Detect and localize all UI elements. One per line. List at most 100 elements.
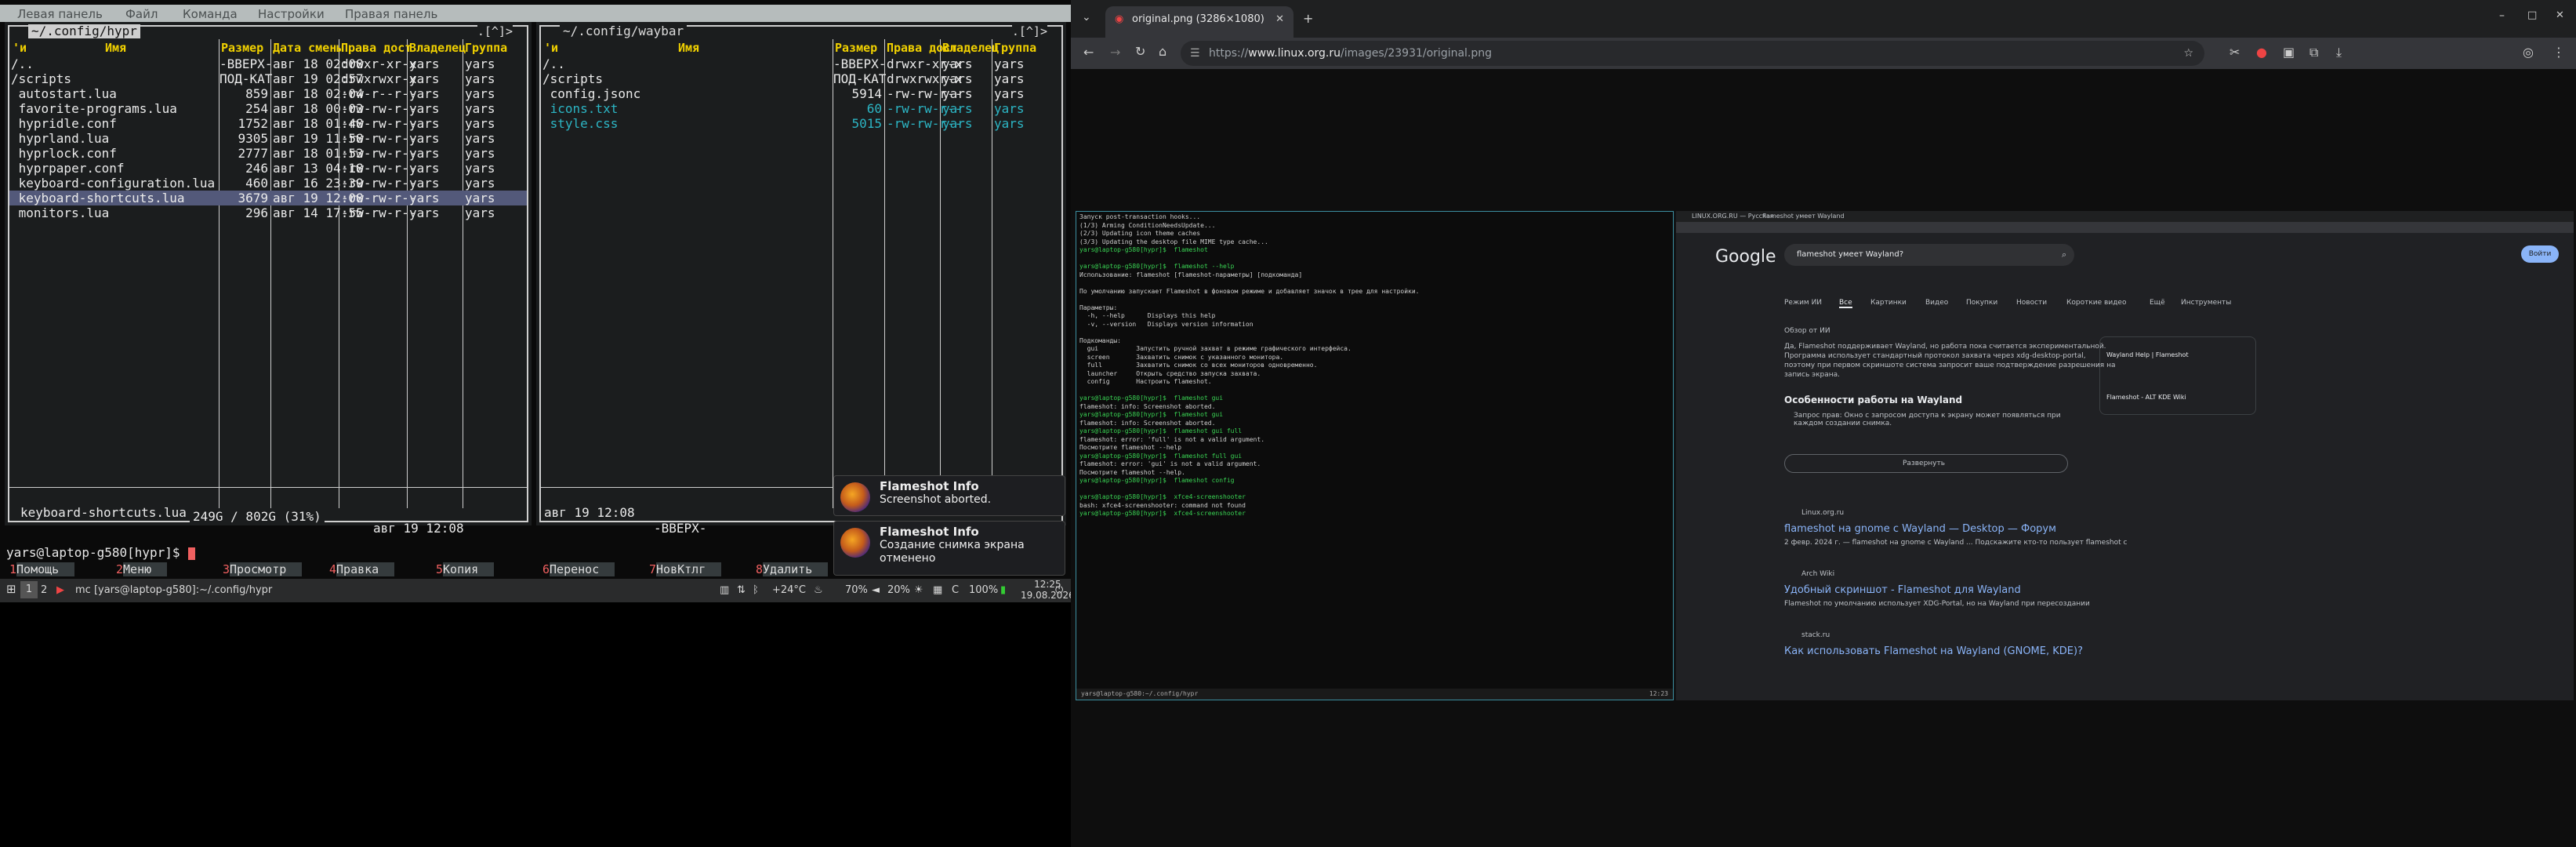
result-title[interactable]: Удобный скриншот - Flameshot для Wayland [1784, 584, 2021, 596]
file-row[interactable]: style.css 5015 -rw-rw-r-- yars yars [541, 116, 1061, 131]
address-bar[interactable]: ☰ https://www.linux.org.ru/images/23931/… [1181, 41, 2204, 66]
file-row[interactable]: autostart.lua 859 авг 18 02:04 -rw-r--r-- ya… [9, 86, 527, 101]
file-row[interactable]: keyboard-configuration.lua 460 авг 16 23:3… [9, 176, 527, 191]
embedded-tab[interactable]: flameshot умеет Wayland [1762, 213, 1845, 220]
file-row[interactable]: hyprland.lua 9305 авг 19 11:58 -rw-rw-r-- ya… [9, 131, 527, 146]
header-perm[interactable]: Права дост [341, 41, 412, 55]
extension-icon[interactable]: ▣ [2283, 45, 2295, 60]
downloads-icon[interactable]: ⤓ [2336, 45, 2342, 60]
result-title[interactable]: flameshot на gnome с Wayland — Desktop —… [1784, 523, 2056, 535]
filter-tab[interactable]: Ещё [2150, 299, 2165, 307]
app-launcher-icon[interactable]: ⊞ [6, 582, 16, 596]
profile-icon[interactable]: ◎ [2523, 45, 2534, 60]
file-row[interactable]: favorite-programs.lua 254 авг 18 00:03 -rw-… [9, 101, 527, 116]
reload-icon[interactable]: ↻ [1135, 44, 1145, 59]
embedded-tab[interactable]: LINUX.ORG.RU — Русская [1692, 213, 1774, 220]
extensions-puzzle-icon[interactable]: ⧉ [2309, 45, 2318, 60]
tab-active[interactable]: ◉ original.png (3286×1080) ✕ [1105, 6, 1293, 38]
fkey-copy[interactable]: 5Копия [436, 562, 495, 577]
header-n[interactable]: 'и [544, 41, 558, 55]
fkey-mkdir[interactable]: 7НовКтлг [649, 562, 722, 577]
file-row[interactable]: /.. -ВВЕРХ-авг 18 02:08 drwxr-xr-x yars yars [9, 56, 527, 71]
embedded-search-box[interactable]: flameshot умеет Wayland? ⌕ [1784, 244, 2074, 266]
file-row[interactable]: /scripts ПОД-КАТ авг 19 02:57 drwxrwxr-x yar… [9, 71, 527, 86]
fkey-delete[interactable]: 8Удалить [756, 562, 829, 577]
file-row[interactable]: hyprlock.conf 2777 авг 18 01:53 -rw-rw-r-- y… [9, 146, 527, 161]
forward-icon[interactable]: → [1110, 45, 1120, 60]
menu-settings[interactable]: Настройки [258, 7, 325, 21]
network-icon[interactable]: ⇅ [737, 584, 746, 596]
file-row[interactable]: hyprpaper.conf 246 авг 13 04:18 -rw-rw-r-- y… [9, 161, 527, 176]
file-row[interactable]: hypridle.conf 1752 авг 18 01:48 -rw-rw-r-- y… [9, 116, 527, 131]
google-logo[interactable]: Google [1715, 247, 1776, 267]
brightness-level[interactable]: 20% [887, 584, 910, 596]
tab-close-icon[interactable]: ✕ [1275, 6, 1284, 33]
panel-buttons[interactable]: .[^]> [1011, 24, 1047, 38]
fkey-edit[interactable]: 4Правка [329, 562, 395, 577]
notification-popup[interactable]: Flameshot Info Screenshot aborted. [833, 475, 1065, 516]
expand-button[interactable]: Развернуть [1784, 454, 2068, 473]
fkey-move[interactable]: 6Перенос [542, 562, 615, 577]
back-icon[interactable]: ← [1083, 45, 1094, 60]
header-size[interactable]: Размер [835, 41, 877, 55]
file-row[interactable]: /.. -ВВЕРХ-drwxr-xr-x yars yars [541, 56, 1061, 71]
minimize-icon[interactable]: – [2499, 9, 2505, 22]
keyboard-layout[interactable]: С [952, 584, 959, 596]
header-group[interactable]: Группа [465, 41, 507, 55]
workspace-2[interactable]: 2 [41, 584, 47, 596]
extension-icon[interactable]: ● [2256, 45, 2267, 60]
file-row[interactable]: config.jsonc 5914 -rw-rw-r-- yars yars [541, 86, 1061, 101]
header-n[interactable]: 'и [13, 41, 27, 55]
menu-left-panel[interactable]: Левая панель [17, 7, 103, 21]
search-icon[interactable]: ⌕ [2062, 249, 2066, 260]
filter-tab[interactable]: Короткие видео [2066, 299, 2126, 307]
home-icon[interactable]: ⌂ [1159, 44, 1166, 59]
signin-button[interactable]: Войти [2521, 245, 2559, 263]
volume-level[interactable]: 70% [845, 584, 868, 596]
left-file-panel[interactable]: ~/.config/hypr .[^]> 'и Имя Размер Дата … [5, 22, 532, 536]
power-icon[interactable]: ⏻ [1055, 584, 1063, 596]
header-mtime[interactable]: Дата смены [273, 41, 343, 55]
embedded-screenshot[interactable]: Запуск post-transaction hooks... (1/3) Ar… [1076, 211, 2574, 700]
filter-tab[interactable]: Все [1839, 299, 1852, 308]
header-group[interactable]: Группа [994, 41, 1036, 55]
tab-search-icon[interactable]: ⌄ [1082, 11, 1091, 24]
file-row[interactable]: icons.txt 60 -rw-rw-r-- yars yars [541, 101, 1061, 116]
panel-path[interactable]: ~/.config/hypr [28, 24, 140, 38]
filter-tab[interactable]: Покупки [1966, 299, 1997, 307]
extension-icon[interactable]: ✂ [2230, 45, 2240, 60]
source-card[interactable]: Wayland Help | Flameshot Flameshot - ALT… [2099, 336, 2256, 415]
result-title[interactable]: Как использовать Flameshot на Wayland (G… [1784, 645, 2083, 657]
menu-right-panel[interactable]: Правая панель [345, 7, 437, 21]
menu-icon[interactable]: ⋮ [2552, 45, 2565, 60]
fkey-help[interactable]: 1Помощь [9, 562, 75, 577]
file-row[interactable]: keyboard-shortcuts.lua 3679 авг 19 12:08 -r… [9, 191, 527, 205]
right-file-panel[interactable]: ~/.config/waybar .[^]> 'и Имя Размер Пра… [536, 22, 1066, 536]
file-row[interactable]: monitors.lua 296 авг 14 17:55 -rw-rw-r-- yar… [9, 205, 527, 220]
close-window-icon[interactable]: ✕ [2556, 9, 2564, 21]
header-size[interactable]: Размер [221, 41, 263, 55]
maximize-icon[interactable]: □ [2527, 9, 2537, 21]
menu-command[interactable]: Команда [183, 7, 238, 21]
bluetooth-icon[interactable]: ᛒ [753, 584, 759, 596]
filter-tab[interactable]: Режим ИИ [1784, 299, 1822, 307]
panel-path[interactable]: ~/.config/waybar [560, 24, 688, 38]
bookmark-star-icon[interactable]: ☆ [2183, 41, 2193, 66]
tray-icon[interactable]: ▥ [720, 584, 729, 596]
menu-file[interactable]: Файл [125, 7, 158, 21]
header-name[interactable]: Имя [105, 41, 126, 55]
file-row[interactable]: /scripts ПОД-КАТ drwxrwxr-x yars yars [541, 71, 1061, 86]
fkey-menu[interactable]: 2Меню [116, 562, 168, 577]
clock[interactable]: 12:25 19.08.2026 [1021, 579, 1075, 601]
filter-tab[interactable]: Инструменты [2181, 299, 2231, 307]
filter-tab[interactable]: Видео [1925, 299, 1948, 307]
panel-buttons[interactable]: .[^]> [477, 24, 513, 38]
site-info-icon[interactable]: ☰ [1190, 41, 1200, 66]
notification-popup[interactable]: Flameshot Info Создание снимка экрана от… [833, 521, 1065, 576]
weather-temp[interactable]: +24°C [772, 584, 806, 596]
header-owner[interactable]: Владелец [942, 41, 999, 55]
filter-tab[interactable]: Новости [2016, 299, 2047, 307]
filter-tab[interactable]: Картинки [1870, 299, 1907, 307]
workspace-1[interactable]: 1 [20, 581, 38, 598]
header-owner[interactable]: Владелец [409, 41, 466, 55]
